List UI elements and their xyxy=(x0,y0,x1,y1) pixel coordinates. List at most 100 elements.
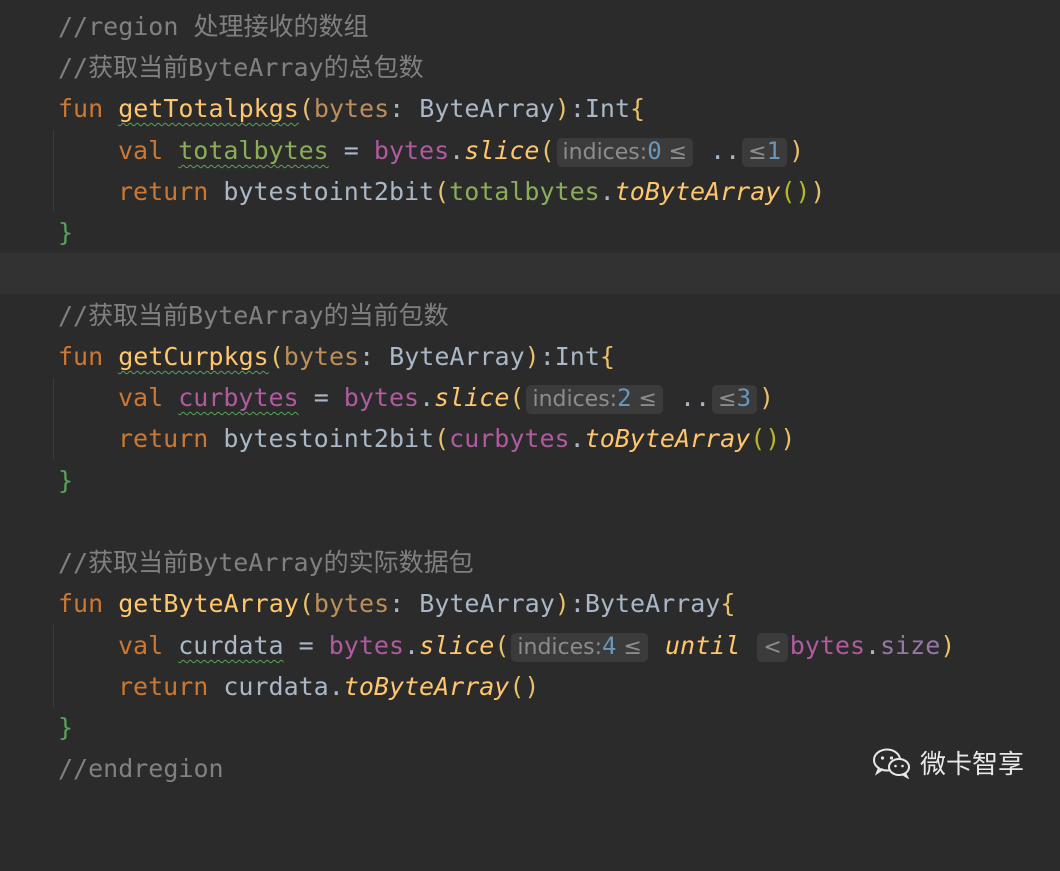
code-line[interactable]: } xyxy=(0,212,1060,253)
argument: curdata xyxy=(223,672,329,701)
hint-operator: ≤ xyxy=(638,387,657,412)
code-line[interactable]: } xyxy=(0,707,1060,748)
code-line[interactable] xyxy=(0,501,1060,542)
dot: . xyxy=(865,631,881,660)
code-line[interactable]: //获取当前ByteArray的总包数 xyxy=(0,47,1060,88)
operator: = xyxy=(328,136,374,165)
hint-operator: < xyxy=(763,635,782,660)
hint-value: 3 xyxy=(736,384,752,412)
keyword-fun: fun xyxy=(58,589,104,618)
function-name: getCurpkgs xyxy=(118,342,269,371)
closing-brace: } xyxy=(58,466,74,495)
code-line[interactable]: val totalbytes = bytes.slice(indices:0 ≤… xyxy=(0,130,1060,171)
keyword-fun: fun xyxy=(58,94,104,123)
parameter-name: bytes xyxy=(313,94,390,123)
dot: . xyxy=(419,383,435,412)
range-operator: .. xyxy=(695,136,741,165)
paren: ( xyxy=(434,424,450,453)
method-call: slice xyxy=(434,383,510,412)
parameter-hint: ≤1 xyxy=(742,137,788,167)
parameter-name: bytes xyxy=(313,589,390,618)
paren: ) xyxy=(810,177,826,206)
function-declaration: fun getTotalpkgs(bytes: ByteArray):Int{ xyxy=(58,88,645,129)
paren: () xyxy=(750,424,781,453)
paren: ( xyxy=(434,177,450,206)
variable-name: totalbytes xyxy=(178,136,329,165)
hint-operator: ≤ xyxy=(623,635,642,660)
wechat-icon xyxy=(872,748,910,779)
paren: ( xyxy=(539,136,555,165)
code-line[interactable]: fun getTotalpkgs(bytes: ByteArray):Int{ xyxy=(0,88,1060,129)
brace: { xyxy=(599,342,615,371)
dot: . xyxy=(449,136,465,165)
parameter-hint: ≤3 xyxy=(712,384,758,414)
val-statement: val curdata = bytes.slice(indices:4 ≤ un… xyxy=(118,625,955,668)
range-operator: .. xyxy=(664,383,711,412)
paren: ( xyxy=(298,589,314,618)
type-name: ByteArray xyxy=(419,94,555,123)
hint-value: 2 xyxy=(617,384,632,412)
hint-value: 4 xyxy=(602,632,617,660)
type-name: ByteArray xyxy=(419,589,555,618)
dot: . xyxy=(599,177,615,206)
code-editor[interactable]: //region 处理接收的数组 //获取当前ByteArray的总包数 fun… xyxy=(0,0,1060,811)
method-call: toByteArray xyxy=(343,672,510,701)
return-statement: return bytestoint2bit(curbytes.toByteArr… xyxy=(118,418,795,459)
function-name: getByteArray xyxy=(118,589,299,618)
paren: ) xyxy=(789,136,805,165)
current-line[interactable] xyxy=(0,253,1060,294)
paren: ) xyxy=(554,94,570,123)
parameter-hint: indices:2 ≤ xyxy=(526,384,663,414)
brace: { xyxy=(720,589,736,618)
comment: //获取当前ByteArray的总包数 xyxy=(58,53,424,82)
function-declaration: fun getByteArray(bytes: ByteArray):ByteA… xyxy=(58,583,735,624)
keyword-val: val xyxy=(118,136,164,165)
dot: . xyxy=(569,424,585,453)
colon: : xyxy=(359,342,390,371)
method-call: toByteArray xyxy=(614,177,781,206)
code-line[interactable]: } xyxy=(0,460,1060,501)
val-statement: val totalbytes = bytes.slice(indices:0 ≤… xyxy=(118,130,804,173)
code-line[interactable]: fun getByteArray(bytes: ByteArray):ByteA… xyxy=(0,583,1060,624)
argument: totalbytes xyxy=(449,177,600,206)
parameter-hint: indices:4 ≤ xyxy=(511,632,648,662)
watermark: 微卡智享 xyxy=(872,744,1024,781)
code-line[interactable]: fun getCurpkgs(bytes: ByteArray):Int{ xyxy=(0,336,1060,377)
argument: curbytes xyxy=(449,424,570,453)
receiver: bytes xyxy=(789,631,866,660)
code-line[interactable]: //获取当前ByteArray的实际数据包 xyxy=(0,542,1060,583)
hint-operator: ≤ xyxy=(668,140,688,165)
operator: = xyxy=(283,631,329,660)
comment: //获取当前ByteArray的实际数据包 xyxy=(58,548,474,577)
hint-label: indices: xyxy=(517,635,603,660)
code-line[interactable]: val curdata = bytes.slice(indices:4 ≤ un… xyxy=(0,625,1060,666)
parameter-hint: indices:0 ≤ xyxy=(556,137,694,167)
code-line[interactable]: val curbytes = bytes.slice(indices:2 ≤ .… xyxy=(0,377,1060,418)
code-line[interactable]: return bytestoint2bit(totalbytes.toByteA… xyxy=(0,171,1060,212)
code-line[interactable]: return bytestoint2bit(curbytes.toByteArr… xyxy=(0,418,1060,459)
receiver: bytes xyxy=(328,631,404,660)
paren: ) xyxy=(940,631,956,660)
hint-operator: ≤ xyxy=(718,387,737,412)
keyword-return: return xyxy=(118,424,209,453)
comment: //获取当前ByteArray的当前包数 xyxy=(58,301,449,330)
return-type: :ByteArray xyxy=(569,589,721,618)
parameter-name: bytes xyxy=(283,342,360,371)
brace: { xyxy=(630,94,646,123)
paren: ) xyxy=(524,342,540,371)
until-keyword: until xyxy=(664,631,741,660)
dot: . xyxy=(404,631,420,660)
return-type: :Int xyxy=(569,94,631,123)
method-call: slice xyxy=(419,631,495,660)
paren: ) xyxy=(780,424,796,453)
keyword-return: return xyxy=(118,672,209,701)
paren: () xyxy=(509,672,540,701)
hint-value: 0 xyxy=(647,137,662,165)
code-line[interactable]: //region 处理接收的数组 xyxy=(0,6,1060,47)
code-line[interactable]: //获取当前ByteArray的当前包数 xyxy=(0,295,1060,336)
paren: ( xyxy=(509,383,525,412)
endregion-comment: //endregion xyxy=(58,754,224,783)
dot: . xyxy=(328,672,344,701)
paren: () xyxy=(780,177,811,206)
code-line[interactable]: return curdata.toByteArray() xyxy=(0,666,1060,707)
